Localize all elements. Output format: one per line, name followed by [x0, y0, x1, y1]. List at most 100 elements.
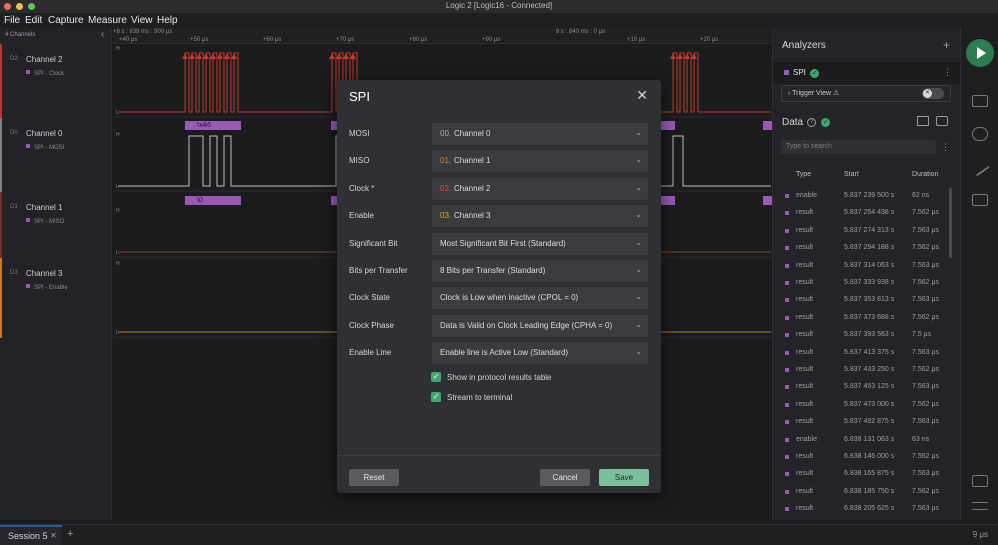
menu-capture[interactable]: Capture — [48, 15, 84, 26]
row-duration: 7.563 μs — [912, 226, 939, 234]
column-header[interactable]: Duration — [912, 171, 938, 178]
table-row[interactable]: result 5.837 453 125 s 7.563 μs — [781, 379, 949, 396]
analyzer-item-spi[interactable]: SPI ✓ ⋮ — [773, 62, 961, 84]
enable-select[interactable]: 03. Channel 3 ⌄ — [432, 205, 648, 227]
select-value: Enable line is Active Low (Standard) — [440, 348, 569, 357]
zoom-level: 9 μs — [972, 530, 988, 539]
select-value: Channel 0 — [454, 129, 491, 138]
feedback-icon[interactable] — [972, 475, 988, 487]
table-row[interactable]: result 5.837 492 875 s 7.563 μs — [781, 414, 949, 431]
table-row[interactable]: result 5.837 393 563 s 7.5 μs — [781, 327, 949, 344]
table-row[interactable]: result 5.837 314 063 s 7.563 μs — [781, 258, 949, 275]
menu-measure[interactable]: Measure — [88, 15, 127, 26]
row-type: result — [796, 453, 814, 460]
field-label: Clock State — [349, 293, 390, 302]
close-icon[interactable]: ✕ — [636, 87, 648, 104]
channel-row-0[interactable]: D0 Channel 0 SPI - MOSI — [0, 118, 112, 192]
table-row[interactable]: result 6.838 146 000 s 7.562 μs — [781, 449, 949, 466]
channel-row-1[interactable]: D1 Channel 1 SPI - MISO — [0, 192, 112, 258]
mosi-select[interactable]: 00. Channel 0 ⌄ — [432, 123, 648, 145]
table-row[interactable]: result 6.838 185 750 s 7.562 μs — [781, 484, 949, 501]
timeline-tick: +60 μs — [263, 37, 282, 43]
cancel-button[interactable]: Cancel — [540, 469, 590, 486]
timeline-ruler[interactable]: +8 s : 839 ms : 900 μs 8 s : 840 ms : 0 … — [113, 28, 771, 44]
table-row[interactable]: result 5.837 353 813 s 7.563 μs — [781, 292, 949, 309]
save-button[interactable]: Save — [599, 469, 649, 486]
show-in-results-checkbox[interactable]: ✓ — [431, 372, 441, 382]
table-row[interactable]: enable 5.837 239 500 s 62 ns — [781, 188, 949, 205]
decoded-miso-frame[interactable] — [661, 196, 675, 205]
bits-per-transfer-select[interactable]: 8 Bits per Transfer (Standard) ⌄ — [432, 260, 648, 282]
column-header[interactable]: Start — [844, 171, 859, 178]
decoded-mosi-frame[interactable] — [661, 121, 675, 130]
table-row[interactable]: result 5.837 373 688 s 7.562 μs — [781, 310, 949, 327]
clock-phase-select[interactable]: Data is Valid on Clock Leading Edge (CPH… — [432, 315, 648, 337]
channel-list: 4 Channels ‹ D2 Channel 2 SPI - Clock D0… — [0, 28, 112, 520]
row-start: 5.837 473 000 s — [844, 400, 895, 408]
add-analyzer-icon[interactable]: + — [943, 38, 950, 52]
menu-view[interactable]: View — [131, 15, 153, 26]
table-row[interactable]: result 5.837 433 250 s 7.562 μs — [781, 362, 949, 379]
table-row[interactable]: enable 6.838 131 063 s 63 ns — [781, 432, 949, 449]
channel-prefix: 00. — [440, 129, 452, 138]
enable-line-select[interactable]: Enable line is Active Low (Standard) ⌄ — [432, 342, 648, 364]
search-input[interactable]: Type to search — [781, 140, 936, 154]
row-type: result — [796, 296, 814, 304]
timeline-tick: +50 μs — [190, 37, 209, 43]
channel-row-2[interactable]: D2 Channel 2 SPI - Clock — [0, 44, 112, 118]
row-type: result — [796, 226, 814, 234]
device-icon[interactable] — [972, 95, 988, 107]
start-capture-button[interactable] — [966, 39, 994, 67]
chevron-down-icon: ⌄ — [635, 347, 642, 356]
table-row[interactable]: result 5.837 413 375 s 7.563 μs — [781, 345, 949, 362]
table-view-icon[interactable] — [917, 116, 929, 126]
table-row[interactable]: result 5.837 254 438 s 7.562 μs — [781, 205, 949, 222]
pencil-icon[interactable] — [970, 157, 990, 177]
column-header[interactable]: Type — [796, 171, 811, 178]
table-row[interactable]: result 6.838 205 625 s 7.563 μs — [781, 501, 949, 518]
menu-edit[interactable]: Edit — [25, 15, 42, 26]
trigger-view-row[interactable]: › Trigger View ⚠ ✕ — [781, 85, 951, 102]
table-row[interactable]: result 5.837 274 313 s 7.563 μs — [781, 223, 949, 240]
more-options-icon[interactable]: ⋮ — [941, 142, 950, 153]
table-row[interactable]: result 5.837 333 938 s 7.562 μs — [781, 275, 949, 292]
stream-to-terminal-checkbox[interactable]: ✓ — [431, 392, 441, 402]
terminal-view-icon[interactable] — [936, 116, 948, 126]
session-tab[interactable]: Session 5 ✕ — [0, 525, 62, 545]
row-duration: 7.562 μs — [912, 453, 939, 460]
row-color-swatch — [785, 402, 789, 407]
reset-button[interactable]: Reset — [349, 469, 399, 486]
table-row[interactable]: result 6.838 165 875 s 7.563 μs — [781, 466, 949, 483]
decoded-mosi-frame[interactable]: \xA6 — [185, 121, 241, 130]
extensions-icon[interactable] — [972, 194, 988, 206]
help-icon[interactable]: ? — [807, 118, 816, 127]
menu-help[interactable]: Help — [157, 15, 178, 26]
window-title: Logic 2 [Logic16 - Connected] — [445, 1, 553, 10]
channel-row-3[interactable]: D3 Channel 3 SPI - Enable — [0, 258, 112, 338]
decoded-miso-frame[interactable]: \0 — [185, 196, 241, 205]
miso-select[interactable]: 01. Channel 1 ⌄ — [432, 150, 648, 172]
trigger-view-toggle[interactable]: ✕ — [922, 88, 944, 99]
menu-file[interactable]: File — [4, 15, 20, 26]
close-session-icon[interactable]: ✕ — [50, 531, 57, 540]
results-scrollbar[interactable] — [949, 188, 952, 258]
timeline-tick: +20 μs — [700, 37, 719, 43]
clock-state-select[interactable]: Clock is Low when inactive (CPOL = 0) ⌄ — [432, 287, 648, 309]
add-session-icon[interactable]: + — [67, 528, 73, 540]
more-options-icon[interactable]: ⋮ — [943, 67, 952, 78]
menu-icon[interactable] — [972, 502, 988, 510]
collapse-sidebar-icon[interactable]: ‹ — [101, 29, 104, 40]
chevron-down-icon: ⌄ — [635, 265, 642, 274]
clock-select[interactable]: 02. Channel 2 ⌄ — [432, 178, 648, 200]
row-color-swatch — [785, 246, 789, 251]
row-color-swatch — [785, 194, 789, 198]
low-marker: L — [116, 330, 119, 336]
timeline-tick: +70 μs — [336, 37, 355, 43]
analyzers-icon[interactable] — [972, 127, 988, 141]
table-row[interactable]: result 5.837 294 188 s 7.562 μs — [781, 240, 949, 257]
table-row[interactable]: result 5.837 473 000 s 7.562 μs — [781, 397, 949, 414]
significant-bit-select[interactable]: Most Significant Bit First (Standard) ⌄ — [432, 233, 648, 255]
low-marker: L — [116, 110, 119, 116]
select-value: 8 Bits per Transfer (Standard) — [440, 266, 546, 275]
play-icon — [977, 47, 986, 59]
